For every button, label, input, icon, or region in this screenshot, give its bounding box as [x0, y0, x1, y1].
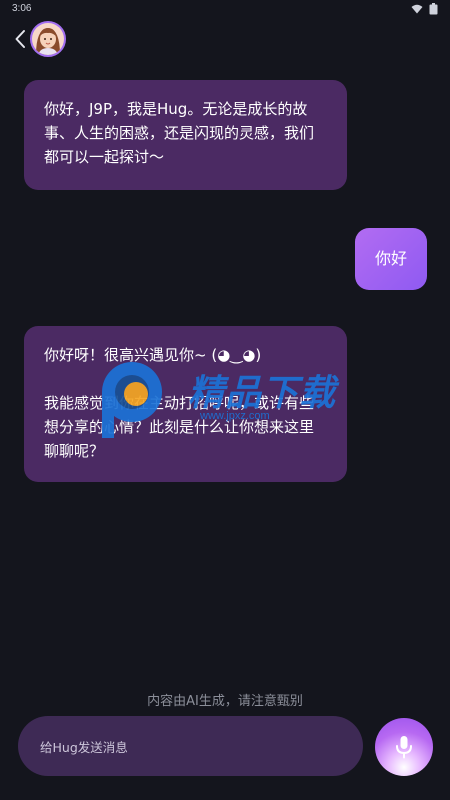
- microphone-icon: [396, 736, 412, 759]
- voice-button[interactable]: [375, 718, 433, 776]
- status-bar: 3:06: [0, 0, 450, 20]
- user-message: 你好: [355, 228, 427, 290]
- message-input-placeholder: 给Hug发送消息: [40, 739, 128, 755]
- battery-icon: [429, 3, 438, 15]
- status-icons: [411, 3, 438, 15]
- chat-header: [0, 20, 450, 58]
- back-button[interactable]: [10, 26, 30, 52]
- avatar[interactable]: [30, 21, 66, 57]
- message-input[interactable]: 给Hug发送消息: [18, 716, 363, 776]
- status-time: 3:06: [12, 3, 32, 14]
- avatar-girl-icon: [32, 23, 64, 55]
- ai-message: 你好，J9P，我是Hug。无论是成长的故事、人生的困惑，还是闪现的灵感，我们都可…: [24, 80, 347, 190]
- ai-disclaimer: 内容由AI生成，请注意甄别: [147, 694, 303, 709]
- chevron-left-icon: [15, 30, 25, 48]
- wifi-icon: [411, 4, 423, 14]
- ai-message: 你好呀！很高兴遇见你~ (◕‿◕) 我能感觉到你在主动打招呼呢，或许有些想分享的…: [24, 326, 347, 482]
